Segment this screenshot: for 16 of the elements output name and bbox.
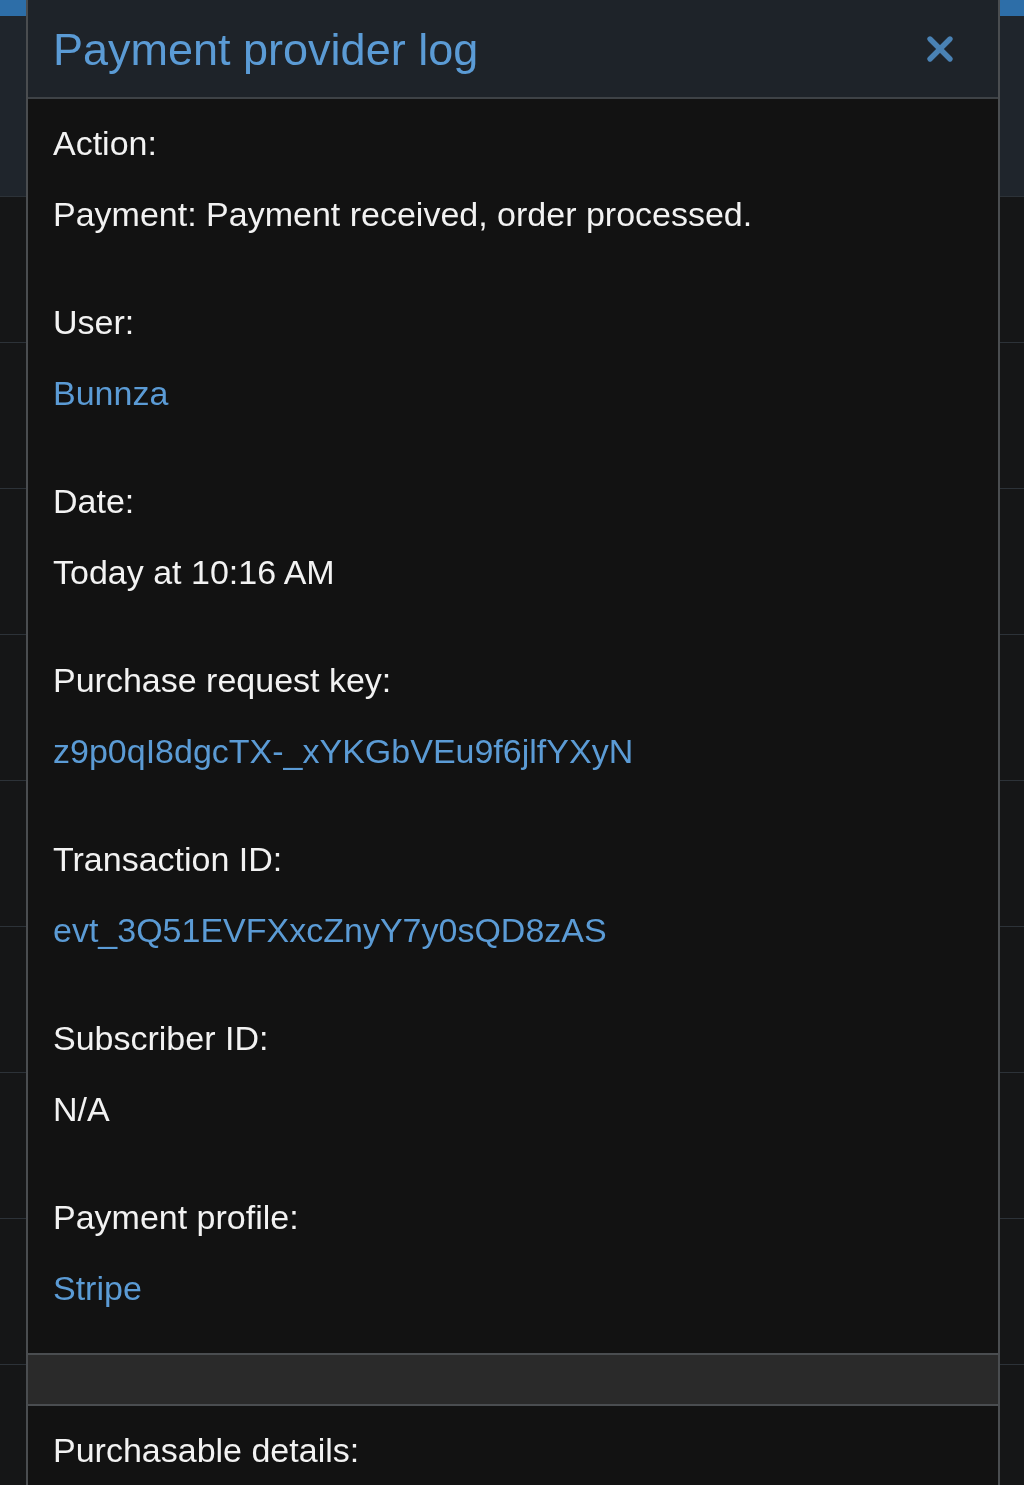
field-label: Action: (53, 123, 157, 163)
field-label: Subscriber ID: (53, 1018, 269, 1058)
field-link[interactable]: Stripe (53, 1268, 142, 1308)
dialog-title: Payment provider log (53, 22, 479, 76)
field-link[interactable]: evt_3Q51EVFXxcZnyY7y0sQD8zAS (53, 910, 607, 950)
section-label: Purchasable details: (53, 1430, 360, 1470)
field-label: User: (53, 302, 135, 342)
field-label: Transaction ID: (53, 839, 283, 879)
field-link[interactable]: z9p0qI8dgcTX-_xYKGbVEu9f6jlfYXyN (53, 731, 634, 771)
field-label: Purchase request key: (53, 660, 392, 700)
field-value: N/A (53, 1089, 110, 1129)
field-value: Payment: Payment received, order processed. (53, 194, 753, 234)
field-link[interactable]: Bunnza (53, 373, 169, 413)
field-label: Payment profile: (53, 1197, 299, 1237)
field-label: Date: (53, 481, 135, 521)
field-value: Today at 10:16 AM (53, 552, 335, 592)
